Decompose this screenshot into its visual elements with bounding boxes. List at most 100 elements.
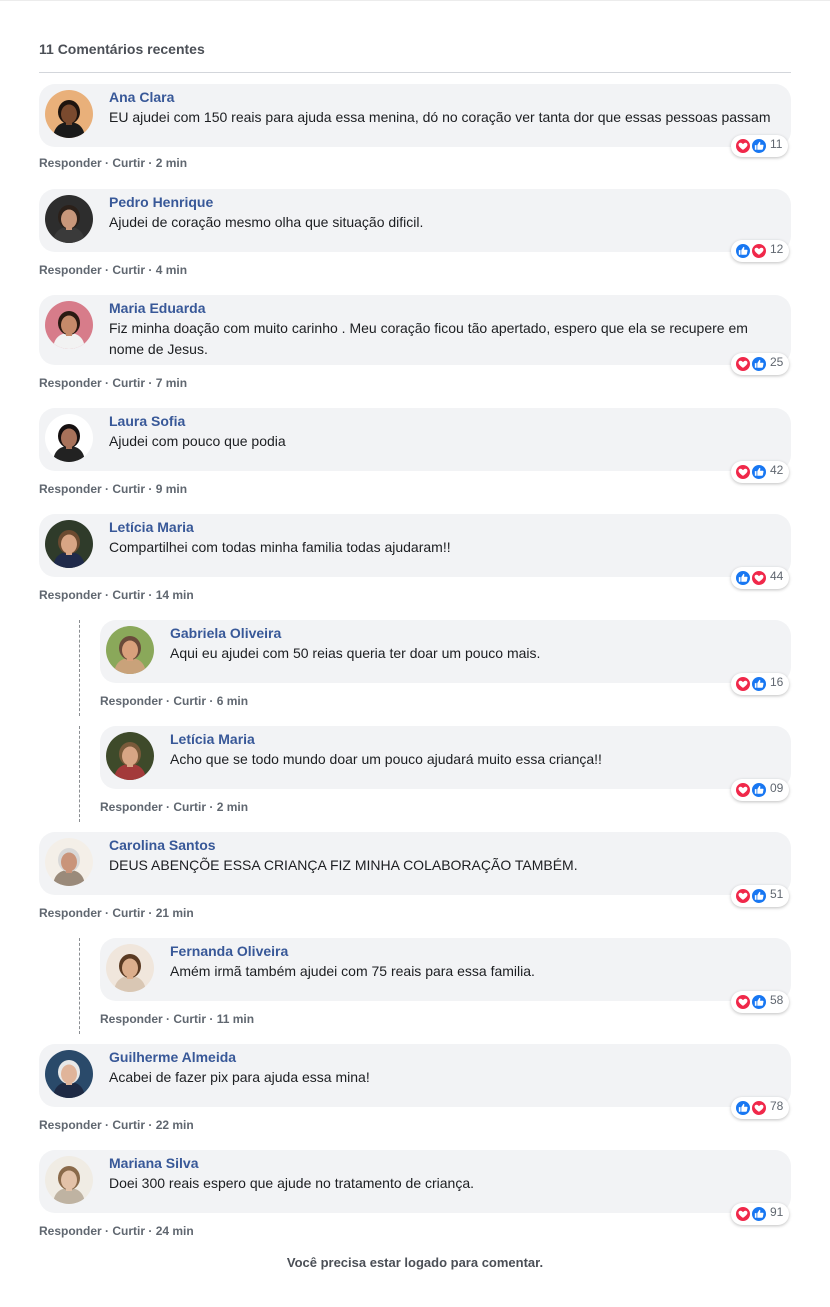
like-link[interactable]: Curtir — [112, 263, 145, 277]
like-link[interactable]: Curtir — [112, 1224, 145, 1238]
reply-link[interactable]: Responder — [39, 1118, 102, 1132]
avatar[interactable] — [45, 1156, 93, 1204]
comment-actions: Responder · Curtir · 24 min — [39, 1224, 194, 1238]
comment-timestamp: 2 min — [155, 156, 188, 170]
comment-bubble: Maria Eduarda Fiz minha doação com muito … — [39, 295, 791, 365]
reply-link[interactable]: Responder — [39, 1224, 102, 1238]
like-link[interactable]: Curtir — [112, 156, 145, 170]
avatar[interactable] — [45, 414, 93, 462]
comment-timestamp: 7 min — [155, 376, 188, 390]
reactions-summary[interactable]: 51 — [731, 885, 790, 907]
action-separator: · — [145, 588, 156, 602]
avatar[interactable] — [106, 944, 154, 992]
comment-actions: Responder · Curtir · 4 min — [39, 263, 187, 277]
commenter-name[interactable]: Maria Eduarda — [109, 300, 205, 316]
reactions-summary[interactable]: 42 — [731, 461, 790, 483]
comment-text: DEUS ABENÇÕE ESSA CRIANÇA FIZ MINHA COLA… — [109, 857, 578, 873]
action-separator: · — [162, 694, 174, 708]
comment-bubble: Gabriela Oliveira Aqui eu ajudei com 50 r… — [100, 620, 791, 683]
reactions-summary[interactable]: 09 — [731, 779, 790, 801]
reactions-summary[interactable]: 58 — [731, 991, 790, 1013]
comment-timestamp: 21 min — [155, 906, 194, 920]
like-link[interactable]: Curtir — [173, 694, 206, 708]
reply-link[interactable]: Responder — [100, 694, 163, 708]
reaction-count: 11 — [770, 137, 783, 151]
love-reaction-icon — [750, 569, 768, 587]
reply-link[interactable]: Responder — [39, 906, 102, 920]
action-separator: · — [162, 800, 174, 814]
reactions-summary[interactable]: 16 — [731, 673, 790, 695]
like-link[interactable]: Curtir — [173, 1012, 206, 1026]
comment-text: Doei 300 reais espero que ajude no trata… — [109, 1175, 475, 1191]
reply-link[interactable]: Responder — [100, 1012, 163, 1026]
action-separator: · — [101, 1118, 113, 1132]
avatar[interactable] — [45, 195, 93, 243]
comment-actions: Responder · Curtir · 7 min — [39, 376, 187, 390]
reactions-summary[interactable]: 12 — [731, 240, 790, 262]
reactions-summary[interactable]: 44 — [731, 567, 790, 589]
comment-text: Ajudei com pouco que podia — [109, 433, 286, 449]
reaction-count: 78 — [770, 1099, 784, 1113]
avatar[interactable] — [106, 732, 154, 780]
commenter-name[interactable]: Gabriela Oliveira — [170, 625, 281, 641]
avatar[interactable] — [106, 626, 154, 674]
reactions-summary[interactable]: 11 — [731, 135, 789, 157]
comment-bubble: Pedro Henrique Ajudei de coração mesmo ol… — [39, 189, 791, 252]
avatar[interactable] — [45, 90, 93, 138]
love-reaction-icon — [750, 242, 768, 260]
commenter-name[interactable]: Pedro Henrique — [109, 194, 213, 210]
reply-link[interactable]: Responder — [39, 482, 102, 496]
avatar[interactable] — [45, 520, 93, 568]
reactions-summary[interactable]: 78 — [731, 1097, 790, 1119]
comment-timestamp: 2 min — [216, 800, 249, 814]
commenter-name[interactable]: Carolina Santos — [109, 837, 216, 853]
action-separator: · — [145, 263, 156, 277]
reply-link[interactable]: Responder — [39, 376, 102, 390]
reaction-count: 12 — [770, 242, 784, 256]
like-link[interactable]: Curtir — [173, 800, 206, 814]
commenter-name[interactable]: Guilherme Almeida — [109, 1049, 236, 1065]
like-link[interactable]: Curtir — [112, 1118, 145, 1132]
comment-timestamp: 22 min — [155, 1118, 194, 1132]
like-link[interactable]: Curtir — [112, 376, 145, 390]
comment-timestamp: 24 min — [155, 1224, 194, 1238]
reply-link[interactable]: Responder — [39, 156, 102, 170]
reply-link[interactable]: Responder — [39, 263, 102, 277]
reaction-count: 42 — [770, 463, 784, 477]
reply-thread-line — [79, 620, 80, 716]
reaction-count: 09 — [770, 781, 784, 795]
avatar[interactable] — [45, 838, 93, 886]
comments-count-header: 11 Comentários recentes — [39, 41, 205, 57]
comment-text: Fiz minha doação com muito carinho . Meu… — [109, 320, 748, 357]
like-link[interactable]: Curtir — [112, 588, 145, 602]
reactions-summary[interactable]: 25 — [731, 353, 790, 375]
comment-actions: Responder · Curtir · 2 min — [39, 156, 187, 170]
comment-bubble: Guilherme Almeida Acabei de fazer pix par… — [39, 1044, 791, 1107]
reply-link[interactable]: Responder — [39, 588, 102, 602]
comment-bubble: Fernanda Oliveira Amém irmã também ajudei… — [100, 938, 791, 1001]
commenter-name[interactable]: Letícia Maria — [109, 519, 194, 535]
like-link[interactable]: Curtir — [112, 482, 145, 496]
like-link[interactable]: Curtir — [112, 906, 145, 920]
avatar[interactable] — [45, 1050, 93, 1098]
avatar[interactable] — [45, 301, 93, 349]
commenter-name[interactable]: Letícia Maria — [170, 731, 255, 747]
action-separator: · — [101, 263, 113, 277]
reply-thread-line — [79, 726, 80, 822]
reaction-count: 44 — [770, 569, 784, 583]
reply-link[interactable]: Responder — [100, 800, 163, 814]
commenter-name[interactable]: Fernanda Oliveira — [170, 943, 288, 959]
commenter-name[interactable]: Laura Sofia — [109, 413, 185, 429]
action-separator: · — [145, 1224, 156, 1238]
action-separator: · — [206, 800, 217, 814]
comment-text: Amém irmã também ajudei com 75 reais par… — [170, 963, 535, 979]
comment-actions: Responder · Curtir · 11 min — [100, 1012, 254, 1026]
reactions-summary[interactable]: 91 — [731, 1203, 790, 1225]
commenter-name[interactable]: Mariana Silva — [109, 1155, 199, 1171]
comment-text: Acho que se todo mundo doar um pouco aju… — [170, 751, 602, 767]
comment-timestamp: 6 min — [216, 694, 249, 708]
top-border — [0, 0, 830, 1]
comment-actions: Responder · Curtir · 22 min — [39, 1118, 194, 1132]
comment-bubble: Mariana Silva Doei 300 reais espero que a… — [39, 1150, 791, 1213]
commenter-name[interactable]: Ana Clara — [109, 89, 174, 105]
